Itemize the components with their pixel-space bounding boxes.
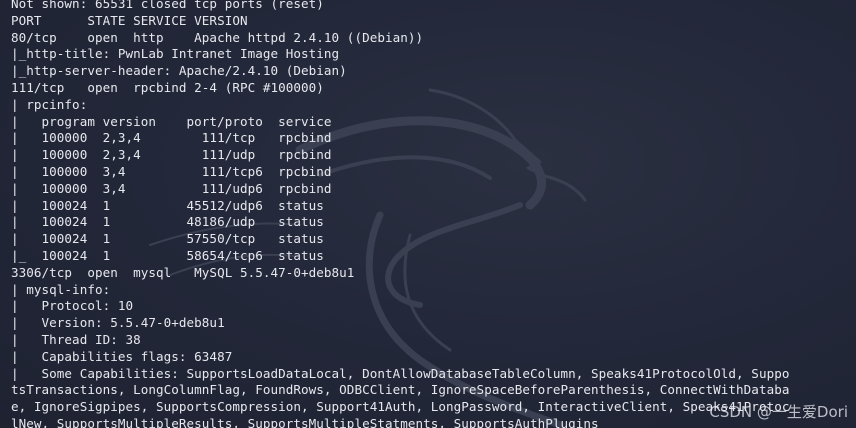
output-line: 80/tcp open http Apache httpd 2.4.10 ((D…	[11, 29, 424, 45]
output-line: | 100024 1 45512/udp6 status	[11, 197, 324, 213]
output-line: tsTransactions, LongColumnFlag, FoundRow…	[11, 382, 790, 398]
output-line: 3306/tcp open mysql MySQL 5.5.47-0+deb8u…	[11, 264, 355, 280]
output-line: Not shown: 65531 closed tcp ports (reset…	[11, 0, 324, 11]
terminal-window[interactable]: Not shown: 65531 closed tcp ports (reset…	[0, 0, 856, 428]
output-line: | 100000 3,4 111/udp6 rpcbind	[11, 180, 332, 196]
output-line: |_http-server-header: Apache/2.4.10 (Deb…	[11, 63, 347, 79]
output-line: | 100000 2,3,4 111/tcp rpcbind	[11, 130, 332, 146]
output-line: | Thread ID: 38	[11, 331, 141, 347]
output-line: | 100024 1 57550/tcp status	[11, 231, 324, 247]
output-line: | program version port/proto service	[11, 113, 332, 129]
output-line: | Some Capabilities: SupportsLoadDataLoc…	[11, 365, 790, 381]
terminal-output[interactable]: Not shown: 65531 closed tcp ports (reset…	[11, 0, 856, 428]
output-line: | mysql-info:	[11, 281, 111, 297]
output-line: | Capabilities flags: 63487	[11, 348, 233, 364]
csdn-watermark: CSDN @一生爱Dori	[709, 403, 848, 421]
output-line: 111/tcp open rpcbind 2-4 (RPC #100000)	[11, 79, 324, 95]
output-line: | Protocol: 10	[11, 298, 134, 314]
output-line: |_http-title: PwnLab Intranet Image Host…	[11, 46, 340, 62]
output-line: PORT STATE SERVICE VERSION	[11, 12, 248, 28]
output-line: | 100024 1 48186/udp status	[11, 214, 324, 230]
output-line: | 100000 2,3,4 111/udp rpcbind	[11, 147, 332, 163]
output-line: | rpcinfo:	[11, 96, 88, 112]
output-line: |_ 100024 1 58654/tcp6 status	[11, 247, 324, 263]
output-line: | 100000 3,4 111/tcp6 rpcbind	[11, 163, 332, 179]
output-line: | Version: 5.5.47-0+deb8u1	[11, 315, 225, 331]
